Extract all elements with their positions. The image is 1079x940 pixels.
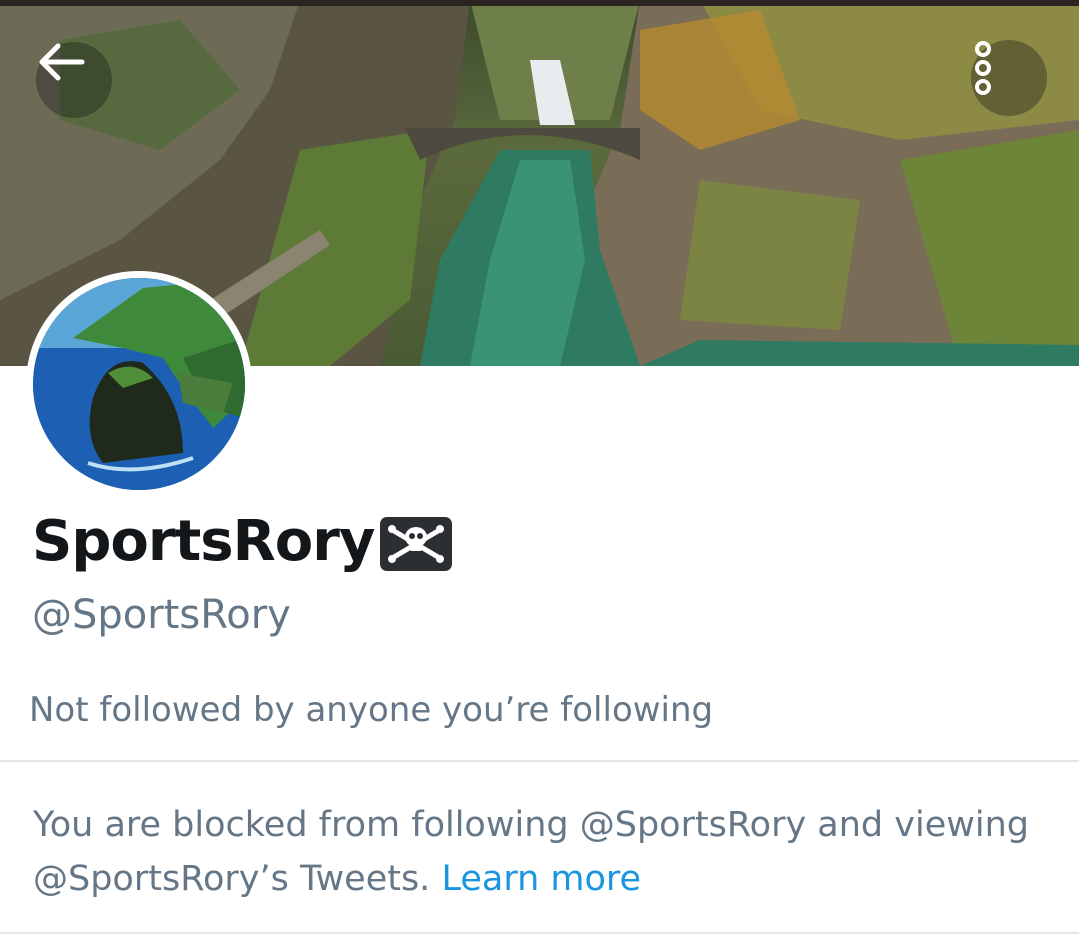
skull-crossbones-icon <box>380 517 453 571</box>
display-name: SportsRory <box>32 506 453 578</box>
avatar-image <box>33 278 245 490</box>
followers-you-know: Not followed by anyone you’re following <box>29 690 714 730</box>
divider <box>0 760 1079 762</box>
back-arrow-icon <box>39 43 85 81</box>
learn-more-link[interactable]: Learn more <box>441 859 641 899</box>
status-strip <box>0 0 1079 6</box>
more-options-button[interactable] <box>971 40 1047 116</box>
blocked-message: You are blocked from following @SportsRo… <box>33 798 1053 906</box>
profile-handle: @SportsRory <box>32 592 291 638</box>
profile-avatar[interactable] <box>26 271 252 497</box>
divider-bottom <box>0 932 1079 934</box>
more-vertical-icon <box>975 41 991 95</box>
back-button[interactable] <box>36 42 112 118</box>
display-name-text: SportsRory <box>32 509 375 574</box>
